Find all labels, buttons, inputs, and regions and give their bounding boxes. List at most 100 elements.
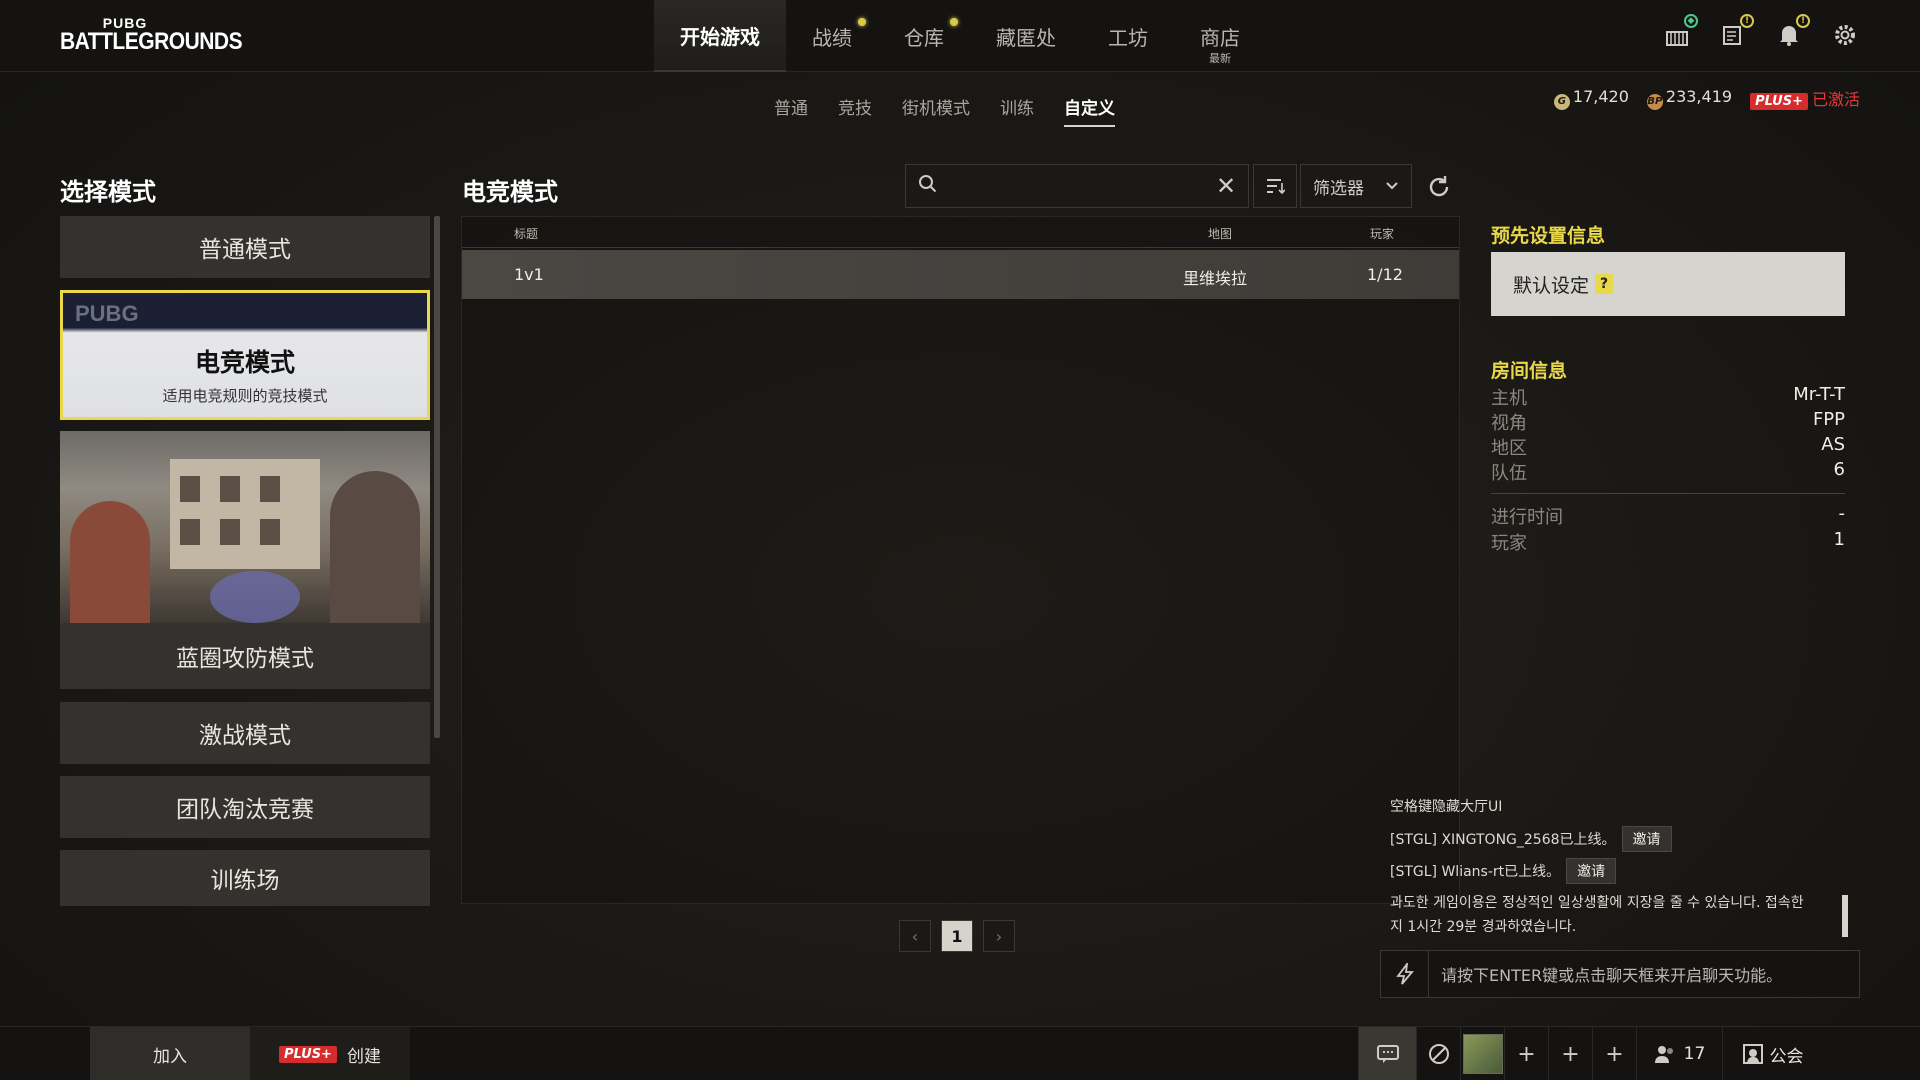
player-avatar[interactable] — [1460, 1027, 1504, 1080]
g-coin-icon: G — [1553, 93, 1570, 110]
refresh-icon[interactable] — [1422, 170, 1456, 204]
bluezone-artwork — [60, 431, 430, 623]
add-party-slot-icon[interactable]: + — [1548, 1027, 1592, 1080]
mode-intense[interactable]: 激战模式 — [60, 702, 430, 764]
table-header: 标题 地图 玩家 — [462, 217, 1459, 248]
sub-nav: 普通 竞技 街机模式 训练 自定义 — [774, 94, 1115, 127]
join-button[interactable]: 加入 — [90, 1027, 250, 1080]
mission-icon[interactable]: ! — [1718, 14, 1754, 50]
table-row[interactable]: 1v1 里维埃拉 1/12 — [462, 250, 1459, 299]
room-players-cell: 1/12 — [1367, 265, 1403, 284]
store-badge-icon: ◆ — [1684, 14, 1698, 28]
tab-custom[interactable]: 自定义 — [1064, 94, 1115, 127]
tab-training[interactable]: 训练 — [1000, 94, 1034, 127]
mode-team-elimination[interactable]: 团队淘汰竞赛 — [60, 776, 430, 838]
mode-list-scrollbar[interactable] — [434, 216, 440, 738]
chat-message: [STGL] Wlians-rt已上线。 邀请 — [1390, 858, 1617, 884]
plus-status[interactable]: PLUS+ 已激活 — [1750, 86, 1860, 110]
chat-hint: 空格键隐藏大厅UI — [1390, 799, 1503, 815]
sort-icon — [1267, 179, 1285, 195]
tab-arcade[interactable]: 街机模式 — [902, 94, 970, 127]
mode-esports-desc: 适用电竞规则的竞技模式 — [162, 387, 328, 405]
chevron-down-icon — [1385, 176, 1399, 196]
search-input[interactable] — [950, 165, 1204, 207]
mode-normal[interactable]: 普通模式 — [60, 216, 430, 278]
social-bar: + + + 17 公会 — [1358, 1027, 1822, 1080]
settings-icon[interactable] — [1830, 20, 1860, 50]
mode-training[interactable]: 训练场 — [60, 850, 430, 906]
chat-placeholder: 请按下ENTER键或点击聊天框来开启聊天功能。 — [1441, 966, 1783, 985]
mode-bluezone[interactable]: 蓝圈攻防模式 — [60, 431, 430, 689]
next-page-icon[interactable]: › — [983, 920, 1015, 952]
nav-workshop[interactable]: 工坊 — [1082, 0, 1174, 72]
top-bar: PUBG BATTLEGROUNDS 开始游戏 战绩 仓库 藏匿处 工坊 商店最… — [0, 0, 1920, 72]
mode-esports-title: 电竞模式 — [194, 348, 295, 377]
invite-button[interactable]: 邀请 — [1621, 826, 1672, 852]
main-nav: 开始游戏 战绩 仓库 藏匿处 工坊 商店 最新 — [654, 0, 1266, 72]
bp-coin-icon: BP — [1646, 93, 1663, 110]
nav-store[interactable]: 商店 最新 — [1174, 0, 1266, 72]
lightning-icon[interactable] — [1381, 951, 1429, 997]
col-title[interactable]: 标题 — [514, 225, 538, 242]
store-new-label: 最新 — [1209, 52, 1231, 65]
store-icon[interactable]: ◆ — [1662, 14, 1698, 50]
clear-search-icon[interactable]: ✕ — [1204, 172, 1248, 200]
chat-log: 空格键隐藏大厅UI [STGL] XINGTONG_2568已上线。 邀请 [ST… — [1380, 788, 1860, 938]
notification-alert-icon: ! — [1796, 14, 1810, 28]
search-icon — [906, 174, 950, 199]
create-button[interactable]: PLUS+ 创建 — [250, 1027, 410, 1080]
avatar — [1462, 1034, 1503, 1074]
add-party-slot-icon[interactable]: + — [1592, 1027, 1636, 1080]
add-party-slot-icon[interactable]: + — [1504, 1027, 1548, 1080]
room-info-title: 房间信息 — [1491, 360, 1568, 382]
chat-notice: 지 1시간 29분 경과하였습니다. — [1390, 919, 1577, 935]
pubg-logo[interactable]: PUBG BATTLEGROUNDS — [60, 16, 243, 58]
chat-notice: 과도한 게임이용은 정상적인 일상생활에 지장을 줄 수 있습니다. 접속한 — [1390, 895, 1804, 911]
g-coin-balance[interactable]: G 17,420 — [1553, 87, 1629, 110]
nav-play[interactable]: 开始游戏 — [654, 0, 786, 72]
nav-hideout[interactable]: 藏匿处 — [970, 0, 1082, 72]
mode-list: 普通模式 PUBG 电竞模式 适用电竞规则的竞技模式 蓝圈攻防模式 激战模式 团… — [60, 216, 430, 906]
guild-button[interactable]: 公会 — [1722, 1027, 1822, 1080]
col-players[interactable]: 玩家 — [1370, 225, 1394, 242]
plus-activated-label: 已激活 — [1811, 90, 1860, 109]
chat-bubble-icon[interactable] — [1358, 1027, 1416, 1080]
room-title-cell: 1v1 — [514, 265, 544, 284]
page-number[interactable]: 1 — [941, 920, 973, 952]
friends-icon — [1654, 1046, 1673, 1063]
bp-balance[interactable]: BP 233,419 — [1646, 87, 1732, 110]
info-divider — [1491, 493, 1845, 494]
mode-bluezone-label: 蓝圈攻防模式 — [60, 623, 430, 689]
pagination: ‹ 1 › — [899, 920, 1015, 952]
pubg-brand-mark: PUBG — [75, 301, 139, 326]
nav-inventory[interactable]: 仓库 — [878, 0, 970, 72]
mission-alert-icon: ! — [1740, 14, 1754, 28]
chat-message: [STGL] XINGTONG_2568已上线。 邀请 — [1390, 826, 1672, 852]
ban-icon[interactable] — [1416, 1027, 1460, 1080]
room-table: 标题 地图 玩家 1v1 里维埃拉 1/12 — [461, 216, 1460, 904]
plus-badge: PLUS+ — [1750, 93, 1808, 110]
top-icon-group: ◆ ! ! — [1662, 14, 1860, 50]
mode-esports[interactable]: PUBG 电竞模式 适用电竞规则的竞技模式 — [60, 290, 430, 420]
search-box: ✕ — [905, 164, 1249, 208]
notification-icon[interactable]: ! — [1774, 14, 1810, 50]
nav-career[interactable]: 战绩 — [786, 0, 878, 72]
filter-dropdown[interactable]: 筛选器 — [1300, 164, 1412, 208]
help-icon[interactable]: ? — [1595, 274, 1614, 294]
guild-icon — [1742, 1044, 1763, 1064]
tab-normal[interactable]: 普通 — [774, 94, 808, 127]
sort-button[interactable] — [1253, 164, 1297, 208]
tab-ranked[interactable]: 竞技 — [838, 94, 872, 127]
col-map[interactable]: 地图 — [1208, 225, 1232, 242]
chat-input[interactable]: 请按下ENTER键或点击聊天框来开启聊天功能。 — [1380, 950, 1860, 998]
chat-scrollbar[interactable] — [1842, 895, 1848, 937]
new-dot-icon — [858, 18, 866, 26]
room-map-cell: 里维埃拉 — [1183, 269, 1248, 288]
prev-page-icon[interactable]: ‹ — [899, 920, 931, 952]
invite-button[interactable]: 邀请 — [1566, 858, 1617, 884]
friends-button[interactable]: 17 — [1636, 1027, 1722, 1080]
bottom-bar: 加入 PLUS+ 创建 + + + 17 公会 — [0, 1026, 1920, 1080]
preset-box[interactable]: 默认设定 ? — [1491, 252, 1845, 316]
select-mode-title: 选择模式 — [60, 178, 156, 206]
new-dot-icon — [950, 18, 958, 26]
